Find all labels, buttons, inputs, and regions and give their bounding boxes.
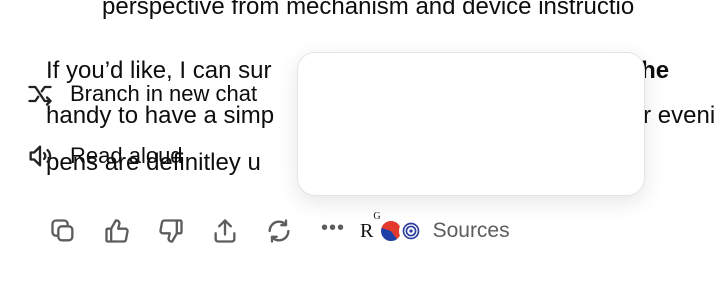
source-favicon-icon: [398, 219, 423, 243]
message-text: r eveni: [643, 102, 716, 129]
message-text-line: perspective from mechanism and device in…: [102, 0, 634, 22]
branch-icon: [28, 85, 52, 106]
regenerate-icon: [268, 219, 290, 243]
copy-button[interactable]: [46, 214, 80, 248]
like-button[interactable]: [100, 214, 134, 248]
source-favicons: RG: [360, 210, 423, 243]
spiral-logo-icon: [402, 222, 419, 240]
speaker-icon: [29, 145, 52, 167]
copy-icon: [51, 219, 74, 242]
menu-item-read-aloud[interactable]: Read aloud: [26, 138, 183, 174]
more-actions-button[interactable]: •••: [316, 214, 350, 248]
researchgate-logo-icon: RG: [360, 210, 381, 242]
thumbs-down-icon: [159, 219, 183, 243]
regenerate-button[interactable]: [262, 214, 296, 248]
thumbs-up-icon: [105, 219, 129, 243]
sources-button[interactable]: RG Sources: [360, 210, 510, 248]
menu-item-branch-in-new-chat[interactable]: Branch in new chat: [26, 76, 257, 112]
share-icon: [214, 219, 236, 243]
message-text: perspective from mechanism and device in…: [102, 0, 635, 20]
dislike-button[interactable]: [154, 214, 188, 248]
message-action-bar: ••• RG Sources: [46, 210, 510, 248]
sources-label: Sources: [432, 219, 510, 242]
more-actions-menu: [297, 52, 645, 196]
share-button[interactable]: [208, 214, 242, 248]
menu-item-label: Read aloud: [70, 143, 183, 168]
more-icon: •••: [320, 217, 345, 239]
menu-item-label: Branch in new chat: [70, 81, 258, 106]
